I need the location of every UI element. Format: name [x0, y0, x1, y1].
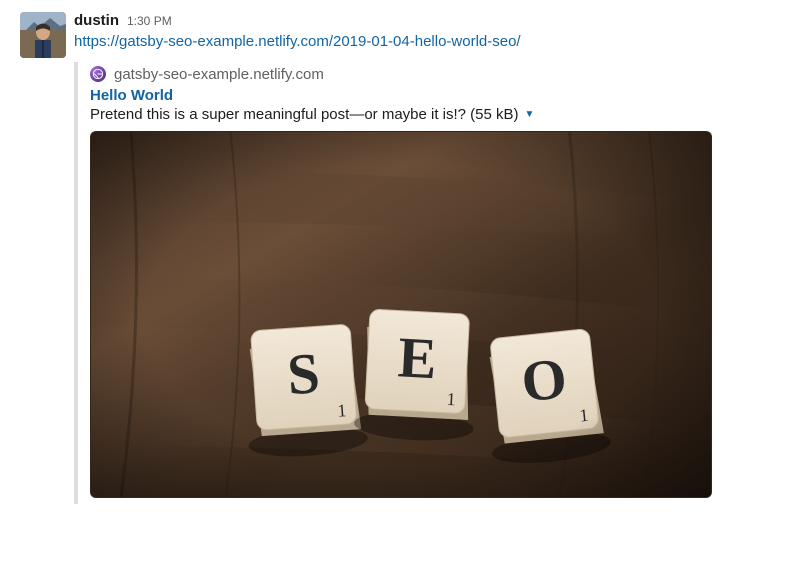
avatar[interactable]: [20, 12, 66, 58]
preview-description-row: Pretend this is a super meaningful post—…: [90, 106, 766, 123]
message-body: https://gatsby-seo-example.netlify.com/2…: [74, 31, 766, 54]
avatar-image: [20, 12, 66, 58]
message-timestamp[interactable]: 1:30 PM: [127, 14, 172, 28]
message-header: dustin 1:30 PM: [74, 12, 766, 29]
message-content: dustin 1:30 PM https://gatsby-seo-exampl…: [74, 12, 766, 504]
preview-description: Pretend this is a super meaningful post—…: [90, 106, 519, 123]
message-row: dustin 1:30 PM https://gatsby-seo-exampl…: [20, 12, 766, 504]
message-link[interactable]: https://gatsby-seo-example.netlify.com/2…: [74, 33, 521, 50]
link-preview-attachment: gatsby-seo-example.netlify.com Hello Wor…: [74, 62, 766, 504]
preview-image[interactable]: S 1 E 1: [90, 131, 712, 498]
collapse-caret-icon[interactable]: ▼: [525, 109, 535, 120]
gatsby-icon: [90, 66, 106, 82]
preview-site-name: gatsby-seo-example.netlify.com: [114, 66, 324, 83]
preview-title-link[interactable]: Hello World: [90, 87, 173, 104]
sender-name[interactable]: dustin: [74, 12, 119, 29]
preview-site-row: gatsby-seo-example.netlify.com: [90, 66, 766, 83]
seo-tiles-image: S 1 E 1: [91, 132, 711, 497]
